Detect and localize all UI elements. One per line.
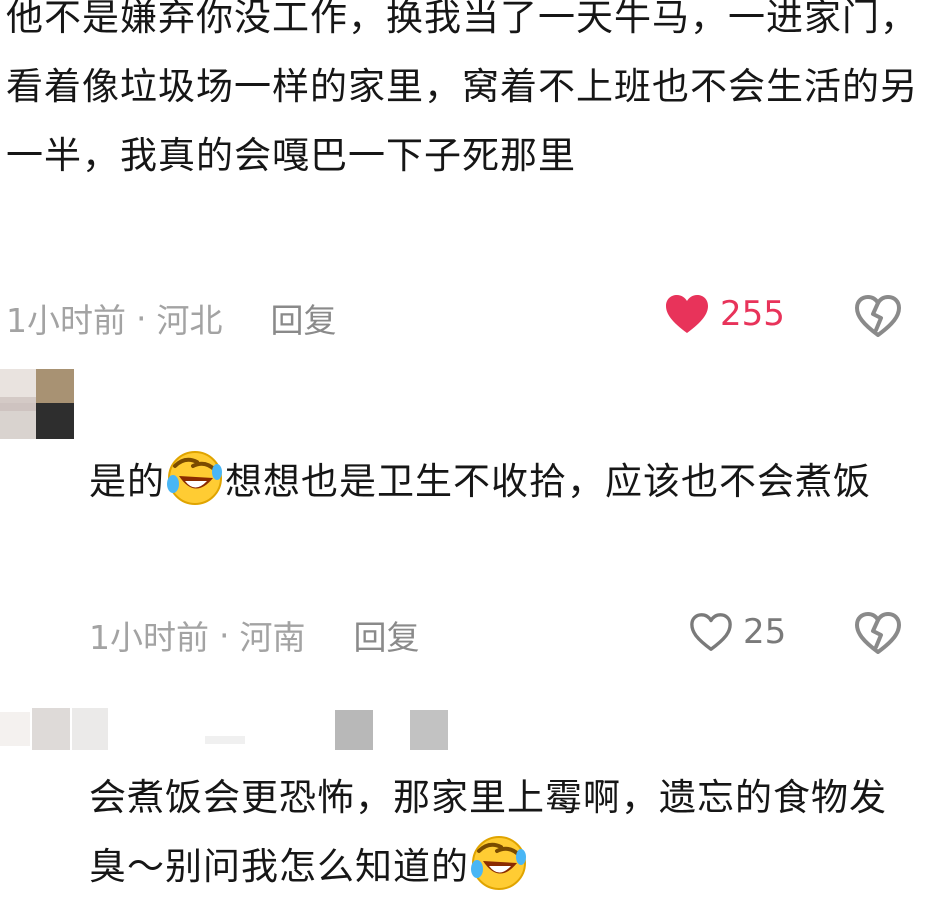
comment-2-time: 1小时前 — [89, 618, 209, 657]
comment-2-dislike-button[interactable] — [854, 611, 902, 659]
comment-2-meta: 1小时前 · 河南 回复 — [89, 611, 420, 659]
comment-1-dislike-button[interactable] — [854, 294, 902, 342]
comment-1-like-button[interactable]: 255 — [664, 293, 785, 335]
heart-outline-icon — [690, 613, 732, 651]
broken-heart-icon — [855, 612, 901, 654]
comment-2-text-start: 是的 — [89, 460, 165, 503]
comment-3-text: 会煮饭会更恐怖，那家里上霉啊，遗忘的食物发臭～别问我怎么知道的 — [89, 763, 919, 901]
heart-filled-icon — [666, 295, 708, 333]
broken-heart-icon — [855, 295, 901, 337]
comment-1-separator: · — [136, 298, 147, 338]
comment-1-like-count: 255 — [720, 294, 785, 334]
comment-1-time: 1小时前 — [6, 301, 126, 340]
comment-1-location: 河北 — [156, 301, 223, 340]
comment-2-reply-button[interactable]: 回复 — [354, 611, 420, 659]
comment-1-reply-button[interactable]: 回复 — [271, 294, 337, 342]
avatar[interactable] — [0, 706, 460, 752]
comment-1-meta: 1小时前 · 河北 回复 — [6, 294, 337, 342]
rolling-laughing-emoji-icon — [167, 451, 222, 505]
comment-2-like-count: 25 — [743, 612, 787, 652]
avatar[interactable] — [0, 369, 74, 439]
comment-1-text: 他不是嫌弃你没工作，换我当了一天牛马，一进家门，看着像垃圾场一样的家里，窝着不上… — [6, 0, 918, 177]
rolling-laughing-emoji-icon — [471, 836, 526, 890]
comment-2-text: 是的 想想也是卫生不收拾，应该也不会煮饭 — [89, 447, 919, 516]
comment-2-separator: · — [219, 615, 230, 655]
comment-2-text-end: 想想也是卫生不收拾，应该也不会煮饭 — [225, 460, 871, 503]
comment-2-like-button[interactable]: 25 — [689, 611, 786, 653]
comment-2-location: 河南 — [239, 618, 306, 657]
